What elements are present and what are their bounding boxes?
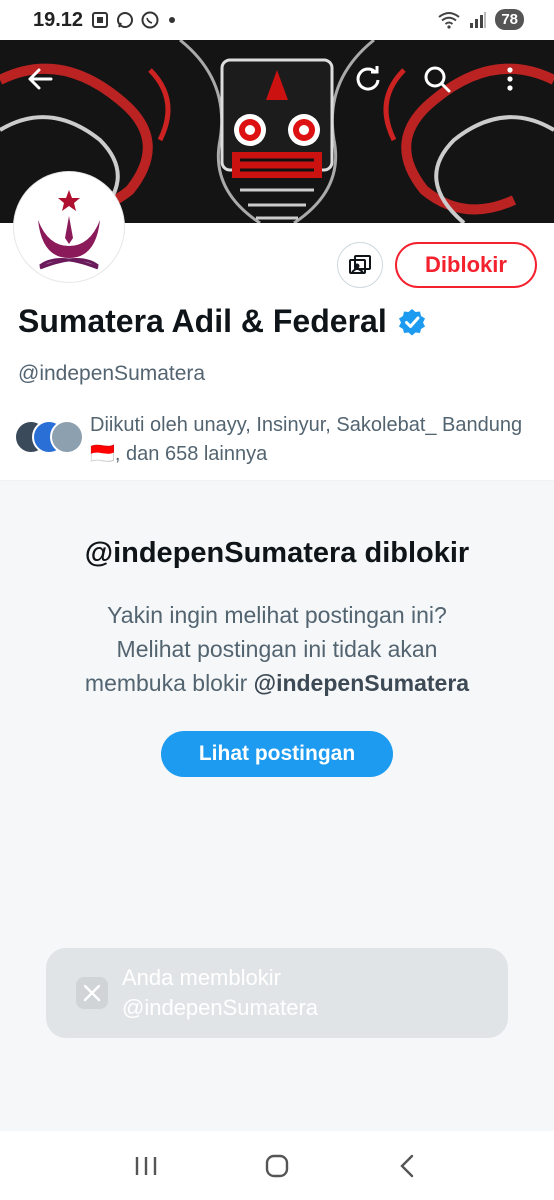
blocked-message-handle: @indepenSumatera — [253, 670, 470, 696]
blocked-message-line3: membuka blokir — [84, 670, 254, 696]
blocked-message-line2: Melihat postingan ini tidak akan — [116, 636, 438, 662]
profile-avatar[interactable] — [14, 172, 124, 282]
status-right-icons: 78 — [437, 9, 524, 30]
home-button[interactable] — [257, 1146, 297, 1186]
display-name-text: Sumatera Adil & Federal — [18, 303, 387, 339]
status-left-icons — [90, 10, 179, 30]
followed-by-avatars[interactable] — [14, 410, 86, 454]
more-button[interactable] — [490, 59, 530, 99]
status-time: 19.12 — [33, 9, 84, 31]
crescent-emblem-logo — [18, 176, 120, 278]
x-logo-icon — [76, 977, 108, 1009]
profile-display-name: Sumatera Adil & Federal — [18, 303, 427, 340]
dot-icon — [169, 17, 175, 23]
back-button[interactable] — [20, 59, 60, 99]
toast-line1: Anda memblokir — [122, 965, 281, 990]
search-button[interactable] — [417, 59, 457, 99]
refresh-button[interactable] — [348, 59, 388, 99]
whatsapp-icon — [141, 11, 159, 29]
followed-by-text[interactable]: Diikuti oleh unayy, Insinyur, Sakolebat_… — [90, 411, 530, 469]
screenshot-icon — [92, 12, 108, 28]
avatar — [50, 420, 84, 454]
search-icon — [424, 66, 451, 93]
recent-apps-button[interactable] — [126, 1146, 166, 1186]
toast-line2: @indepenSumatera — [122, 995, 319, 1020]
follower-avatar-stack — [14, 410, 86, 454]
verified-badge-icon — [398, 308, 425, 335]
back-icon — [400, 1154, 414, 1177]
blocked-toast: Anda memblokir @indepenSumatera — [46, 948, 508, 1038]
profile-handle: @indepenSumatera — [18, 362, 206, 385]
wifi-icon — [438, 11, 460, 29]
status-bar: 19.12 78 — [0, 0, 554, 40]
more-vertical-icon — [507, 67, 513, 91]
home-icon — [265, 1154, 289, 1177]
view-posts-button[interactable]: Lihat postingan — [161, 731, 393, 777]
recent-apps-icon — [135, 1156, 156, 1175]
arrow-left-icon — [28, 68, 53, 90]
back-nav-button[interactable] — [388, 1146, 428, 1186]
blocked-message-line1: Yakin ingin melihat postingan ini? — [107, 602, 447, 628]
message-icon — [117, 12, 133, 28]
blocked-title: @indepenSumatera diblokir — [84, 537, 470, 569]
share-icon — [349, 255, 371, 274]
signal-icon — [470, 11, 487, 28]
blocked-button[interactable]: Diblokir — [395, 242, 537, 288]
share-profile-button[interactable] — [337, 242, 383, 288]
system-nav-bar — [0, 1131, 554, 1200]
refresh-icon — [356, 66, 380, 91]
battery-icon: 78 — [495, 9, 524, 30]
toast-text: Anda memblokir @indepenSumatera — [122, 963, 318, 1023]
blocked-message: Yakin ingin melihat postingan ini? Melih… — [40, 598, 514, 700]
